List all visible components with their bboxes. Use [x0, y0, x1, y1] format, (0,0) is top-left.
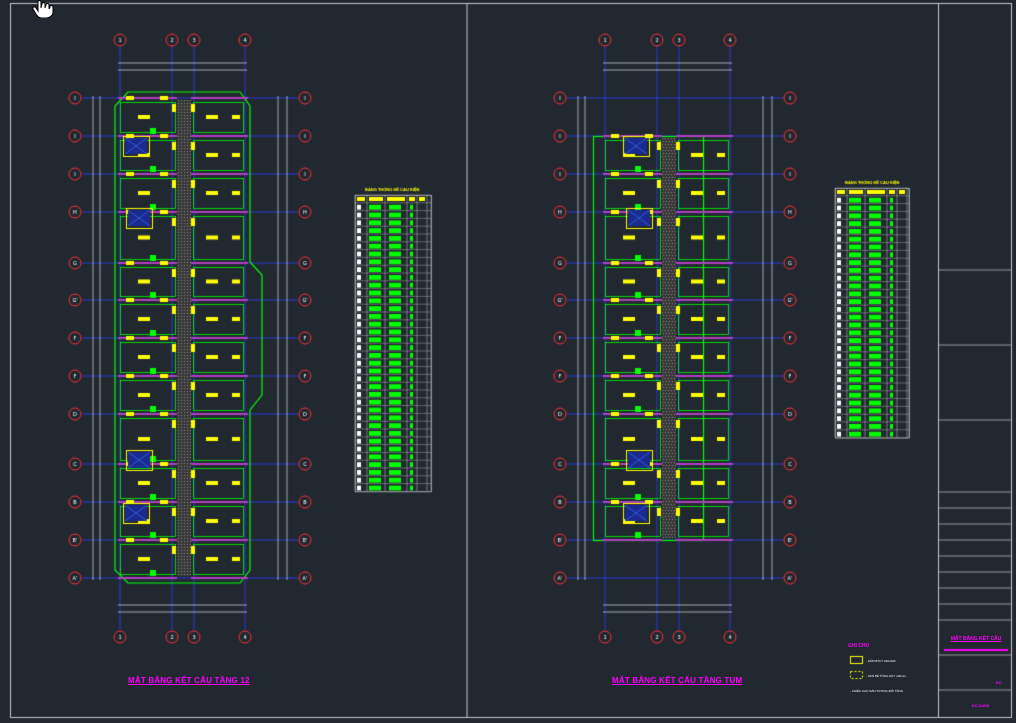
drawing-title-floor-12: MẶT BẰNG KẾT CẤU TẦNG 12 [128, 676, 250, 685]
drawing-title-roof: MẶT BẰNG KẾT CẤU TẦNG TUM [612, 676, 743, 685]
legend-item-slab: - SÀN BÊ TÔNG DÀY 120mm [866, 674, 907, 678]
titleblock-title: MẶT BẰNG KẾT CẤU [950, 636, 1002, 642]
titleblock-code: KC [996, 680, 1002, 685]
legend-title: GHI CHÚ [848, 643, 870, 649]
legend-item-note: - CHIỀU CAO SÀN TƯƠNG ĐỐI TẦNG [850, 689, 904, 693]
hand-cursor-icon [32, 0, 54, 18]
titleblock-drawing-number: KC-04/05 [972, 703, 990, 708]
legend-item-beam: - DẦM BTCT 220x400 [866, 659, 896, 663]
cad-drawing-canvas[interactable] [0, 0, 1016, 723]
